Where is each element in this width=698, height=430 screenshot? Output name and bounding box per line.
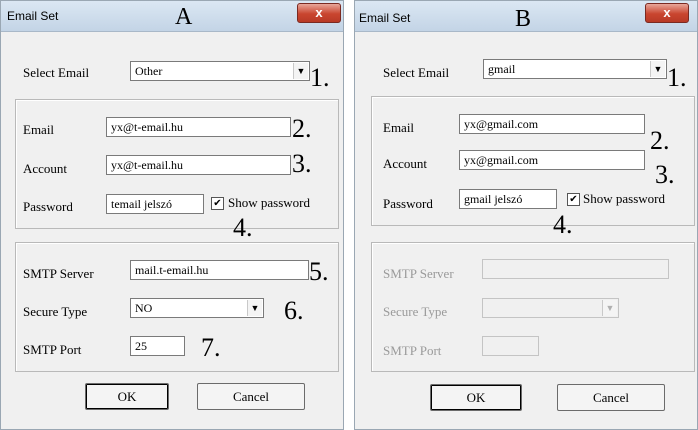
email-field[interactable]: yx@t-email.hu — [106, 117, 291, 137]
smtp-server-label: SMTP Server — [23, 266, 94, 281]
select-email-value: gmail — [488, 62, 516, 76]
smtp-port-field[interactable] — [482, 336, 539, 356]
show-password-checkbox[interactable]: ✔ — [567, 193, 580, 206]
panel-marker: A — [175, 4, 193, 30]
account-label: Account — [383, 156, 428, 171]
ok-button[interactable]: OK — [430, 384, 522, 411]
annotation-3: 3. — [292, 149, 312, 178]
smtp-server-label: SMTP Server — [383, 266, 454, 281]
annotation-1: 1. — [310, 63, 330, 92]
password-label: Password — [383, 196, 433, 211]
account-field[interactable]: yx@gmail.com — [459, 150, 645, 170]
email-field[interactable]: yx@gmail.com — [459, 114, 645, 134]
annotation-6: 6. — [284, 296, 304, 325]
window-title: Email Set — [359, 11, 411, 25]
email-set-dialog-a: Email Set A x Select Email Other ▼ 1. Em… — [0, 0, 344, 430]
password-field[interactable]: temail jelszó — [106, 194, 204, 214]
close-button[interactable]: x — [645, 3, 689, 23]
secure-type-label: Secure Type — [23, 304, 88, 319]
email-label: Email — [23, 122, 55, 137]
account-value: yx@gmail.com — [464, 153, 539, 167]
smtp-port-value: 25 — [135, 339, 147, 353]
title-bar: Email Set B x — [355, 1, 697, 32]
password-field[interactable]: gmail jelszó — [459, 189, 557, 209]
select-email-value: Other — [135, 64, 163, 78]
account-field[interactable]: yx@t-email.hu — [106, 155, 291, 175]
select-email-dropdown[interactable]: Other ▼ — [130, 61, 310, 81]
select-email-label: Select Email — [23, 65, 90, 80]
annotation-2: 2. — [292, 114, 312, 143]
smtp-port-label: SMTP Port — [383, 343, 442, 358]
email-value: yx@gmail.com — [464, 117, 539, 131]
email-set-dialog-b: Email Set B x Select Email gmail ▼ 1. Em… — [354, 0, 698, 430]
cancel-button[interactable]: Cancel — [557, 384, 665, 411]
dialog-body: Select Email gmail ▼ 1. Email yx@gmail.c… — [361, 32, 695, 423]
account-value: yx@t-email.hu — [111, 158, 184, 172]
show-password-label: Show password — [583, 191, 665, 206]
email-value: yx@t-email.hu — [111, 120, 184, 134]
chevron-down-icon[interactable]: ▼ — [650, 61, 665, 77]
cancel-button[interactable]: Cancel — [197, 383, 305, 410]
chevron-down-icon[interactable]: ▼ — [602, 300, 617, 316]
annotation-5: 5. — [309, 257, 329, 286]
annotation-7: 7. — [201, 333, 221, 362]
secure-type-value: NO — [135, 301, 153, 315]
annotation-4: 4. — [553, 210, 573, 239]
annotation-3: 3. — [655, 160, 675, 189]
chevron-down-icon[interactable]: ▼ — [293, 63, 308, 79]
account-label: Account — [23, 161, 68, 176]
secure-type-dropdown[interactable]: ▼ — [482, 298, 619, 318]
annotation-2: 2. — [650, 126, 670, 155]
dialog-body: Select Email Other ▼ 1. Email yx@t-email… — [7, 32, 339, 423]
password-label: Password — [23, 199, 73, 214]
smtp-port-label: SMTP Port — [23, 342, 82, 357]
show-password-checkbox[interactable]: ✔ — [211, 197, 224, 210]
password-value: temail jelszó — [111, 197, 172, 211]
close-icon: x — [663, 5, 671, 20]
smtp-port-field[interactable]: 25 — [130, 336, 185, 356]
password-value: gmail jelszó — [464, 192, 523, 206]
window-title: Email Set — [7, 9, 59, 23]
show-password-label: Show password — [228, 195, 310, 210]
panel-marker: B — [515, 6, 532, 32]
title-bar: Email Set A x — [1, 1, 343, 32]
select-email-label: Select Email — [383, 65, 450, 80]
annotation-1: 1. — [667, 63, 687, 92]
close-icon: x — [315, 5, 323, 20]
smtp-server-field[interactable] — [482, 259, 669, 279]
secure-type-dropdown[interactable]: NO ▼ — [130, 298, 264, 318]
smtp-server-value: mail.t-email.hu — [135, 263, 209, 277]
close-button[interactable]: x — [297, 3, 341, 23]
select-email-dropdown[interactable]: gmail ▼ — [483, 59, 667, 79]
ok-button[interactable]: OK — [85, 383, 169, 410]
annotation-4: 4. — [233, 213, 253, 242]
secure-type-label: Secure Type — [383, 304, 448, 319]
email-label: Email — [383, 120, 415, 135]
smtp-server-field[interactable]: mail.t-email.hu — [130, 260, 309, 280]
chevron-down-icon[interactable]: ▼ — [247, 300, 262, 316]
